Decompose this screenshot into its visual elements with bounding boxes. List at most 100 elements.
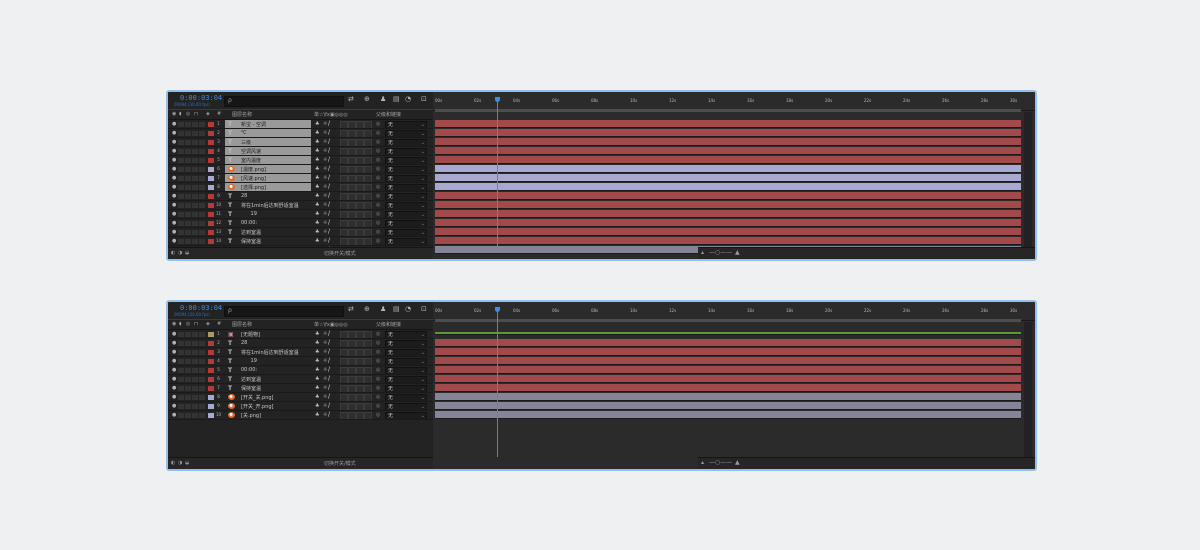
zoom-slider[interactable]: —○——: [709, 459, 732, 466]
collapse-switch-icon[interactable]: ☼: [323, 166, 327, 172]
eye-icon[interactable]: ●: [172, 376, 176, 382]
layer-row[interactable]: ● 4 T 19 ♣ ☼ / ◎ 无 ⌄: [168, 357, 433, 366]
layer-name[interactable]: [关.png]: [241, 412, 261, 419]
collapse-switch-icon[interactable]: ☼: [323, 175, 327, 181]
switch-cell[interactable]: [185, 221, 191, 226]
shy-switch-icon[interactable]: ♣: [315, 121, 319, 127]
switch-cell[interactable]: [192, 350, 198, 355]
switch-cell[interactable]: [199, 368, 205, 373]
pick-whip-icon[interactable]: ◎: [376, 385, 380, 391]
eye-icon[interactable]: ●: [172, 229, 176, 235]
switch-cell[interactable]: [178, 167, 184, 172]
quality-switch-icon[interactable]: /: [328, 165, 330, 172]
switch-cell[interactable]: [199, 350, 205, 355]
layer-name[interactable]: 19: [241, 211, 257, 217]
collapse-switch-icon[interactable]: ☼: [323, 412, 327, 418]
zoom-out-icon[interactable]: ▴: [701, 459, 704, 466]
layer-name[interactable]: 达到室温: [241, 376, 261, 383]
quality-switch-icon[interactable]: /: [328, 129, 330, 136]
shy-switch-icon[interactable]: ♣: [315, 358, 319, 364]
switch-cell[interactable]: [185, 149, 191, 154]
render-icon[interactable]: ◐: [171, 250, 175, 256]
switch-cell[interactable]: [185, 350, 191, 355]
layer-name[interactable]: 00:00:: [241, 220, 257, 226]
pick-whip-icon[interactable]: ◎: [376, 367, 380, 373]
pick-whip-icon[interactable]: ◎: [376, 349, 380, 355]
pick-whip-icon[interactable]: ◎: [376, 238, 380, 244]
motion-blur-icon[interactable]: ◔: [405, 95, 411, 103]
layer-name[interactable]: [开关_开.png]: [241, 403, 274, 410]
eye-icon[interactable]: ●: [172, 403, 176, 409]
switch-cell[interactable]: [199, 359, 205, 364]
eye-icon[interactable]: ●: [172, 166, 176, 172]
work-area-bar[interactable]: [435, 319, 1021, 322]
shy-switch-icon[interactable]: ♣: [315, 238, 319, 244]
layer-name[interactable]: 28: [241, 193, 247, 199]
layer-row[interactable]: ● 7 T 保持室温 ♣ ☼ / ◎ 无 ⌄: [168, 384, 433, 393]
layer-row[interactable]: ● 2 T ℃ ♣ ☼ / ◎ 无 ⌄: [168, 129, 433, 138]
switch-cell[interactable]: [178, 350, 184, 355]
switch-cell[interactable]: [178, 158, 184, 163]
layer-row[interactable]: ● 8 [选择.png] ♣ ☼ / ◎ 无 ⌄: [168, 183, 433, 192]
quality-switch-icon[interactable]: /: [328, 348, 330, 355]
switch-cell[interactable]: [192, 341, 198, 346]
switch-cell[interactable]: [178, 212, 184, 217]
layer-duration-bar[interactable]: [435, 411, 1021, 419]
shy-switch-icon[interactable]: ♣: [315, 139, 319, 145]
switch-cell[interactable]: [185, 386, 191, 391]
layer-duration-bar[interactable]: [435, 402, 1021, 410]
layer-row[interactable]: ● 4 T 空调风速 ♣ ☼ / ◎ 无 ⌄: [168, 147, 433, 156]
switch-cell[interactable]: [192, 212, 198, 217]
eye-icon[interactable]: ●: [172, 121, 176, 127]
switch-cell[interactable]: [178, 230, 184, 235]
layer-row[interactable]: ● 1 T 新宝 - 空调 ♣ ☼ / ◎ 无 ⌄: [168, 120, 433, 129]
layer-duration-bar[interactable]: [435, 348, 1021, 356]
collapse-switch-icon[interactable]: ☼: [323, 148, 327, 154]
layer-row[interactable]: ● 13 T 达到室温 ♣ ☼ / ◎ 无 ⌄: [168, 228, 433, 237]
shy-switch-icon[interactable]: ♣: [315, 385, 319, 391]
layer-duration-bar[interactable]: [435, 219, 1021, 227]
quality-switch-icon[interactable]: /: [328, 402, 330, 409]
pick-whip-icon[interactable]: ◎: [376, 211, 380, 217]
collapse-switch-icon[interactable]: ☼: [323, 394, 327, 400]
layer-name[interactable]: 00:00:: [241, 367, 257, 373]
collapse-switch-icon[interactable]: ☼: [323, 403, 327, 409]
layer-row[interactable]: ● 9 T 28 ♣ ☼ / ◎ 无 ⌄: [168, 192, 433, 201]
quality-switch-icon[interactable]: /: [328, 183, 330, 190]
collapse-switch-icon[interactable]: ☼: [323, 340, 327, 346]
pick-whip-icon[interactable]: ◎: [376, 412, 380, 418]
switch-cell[interactable]: [178, 149, 184, 154]
pick-whip-icon[interactable]: ◎: [376, 376, 380, 382]
switch-cell[interactable]: [178, 359, 184, 364]
shy-switch-icon[interactable]: ♣: [315, 148, 319, 154]
switch-cell[interactable]: [178, 131, 184, 136]
layer-name[interactable]: 空调风速: [241, 148, 261, 155]
collapse-switch-icon[interactable]: ☼: [323, 367, 327, 373]
switch-cell[interactable]: [178, 413, 184, 418]
shy-switch-icon[interactable]: ♣: [315, 220, 319, 226]
layer-row[interactable]: ● 5 T 00:00: ♣ ☼ / ◎ 无 ⌄: [168, 366, 433, 375]
pick-whip-icon[interactable]: ◎: [376, 175, 380, 181]
layer-name[interactable]: [无题物]: [241, 331, 260, 338]
pick-whip-icon[interactable]: ◎: [376, 157, 380, 163]
shy-switch-icon[interactable]: ♣: [315, 367, 319, 373]
layer-name[interactable]: 室内温度: [241, 157, 261, 164]
collapse-switch-icon[interactable]: ☼: [323, 220, 327, 226]
switch-cell[interactable]: [185, 359, 191, 364]
quality-switch-icon[interactable]: /: [328, 156, 330, 163]
eye-icon[interactable]: ●: [172, 367, 176, 373]
switch-cell[interactable]: [199, 404, 205, 409]
quality-switch-icon[interactable]: /: [328, 219, 330, 226]
zoom-in-icon[interactable]: ▲: [735, 249, 740, 256]
search-input[interactable]: ρ: [224, 306, 344, 317]
quality-switch-icon[interactable]: /: [328, 147, 330, 154]
layer-name[interactable]: [风速.png]: [241, 175, 266, 182]
collapse-switch-icon[interactable]: ☼: [323, 229, 327, 235]
layer-name[interactable]: 达到室温: [241, 229, 261, 236]
layer-duration-bar[interactable]: [435, 192, 1021, 200]
current-time-indicator[interactable]: [497, 310, 498, 457]
eye-icon[interactable]: ●: [172, 331, 176, 337]
timecode-display[interactable]: 0:00:03:04: [180, 304, 222, 312]
layer-duration-bar[interactable]: [435, 138, 1021, 146]
layer-row[interactable]: ● 11 T 19 ♣ ☼ / ◎ 无 ⌄: [168, 210, 433, 219]
